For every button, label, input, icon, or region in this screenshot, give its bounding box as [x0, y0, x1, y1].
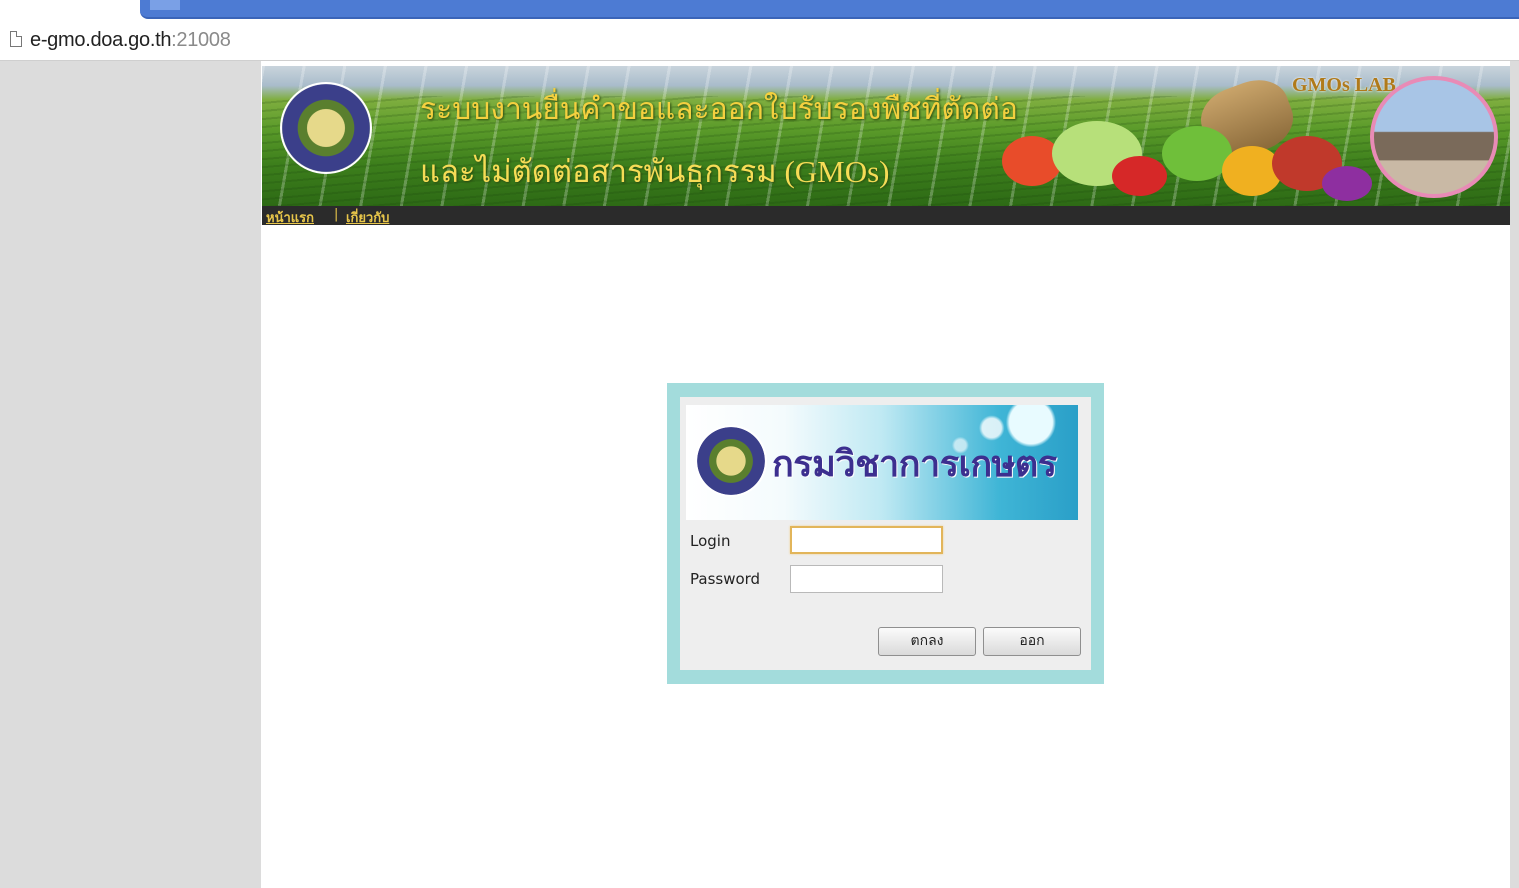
password-label: Password: [690, 570, 761, 588]
page-icon: [10, 31, 22, 47]
doa-seal-icon: [697, 427, 765, 495]
login-label: Login: [690, 532, 731, 550]
password-input[interactable]: [790, 565, 943, 593]
browser-tabstrip: [0, 0, 1519, 22]
nav-home-link[interactable]: หน้าแรก: [266, 207, 314, 228]
gmos-lab-label: GMOs LAB: [1292, 74, 1396, 96]
browser-tab[interactable]: [150, 0, 180, 10]
browser-tab-bar: [140, 0, 1519, 19]
header-title-line1: ระบบงานยื่นคำขอและออกใบรับรองพืชที่ตัดต่…: [420, 93, 1018, 126]
vegetable-image: [1112, 156, 1167, 196]
right-margin: [1510, 61, 1519, 888]
login-banner: กรมวิชาการเกษตร: [686, 405, 1078, 520]
exit-button[interactable]: ออก: [983, 627, 1081, 656]
ok-button[interactable]: ตกลง: [878, 627, 976, 656]
department-name: กรมวิชาการเกษตร: [772, 443, 1057, 485]
address-bar[interactable]: e-gmo.doa.go.th:21008: [0, 22, 1519, 61]
header-title-line2: และไม่ตัดต่อสารพันธุกรรม (GMOs): [420, 154, 890, 189]
doa-seal-icon: [282, 84, 370, 172]
url-port: :21008: [171, 29, 231, 51]
url-host: e-gmo.doa.go.th: [30, 29, 172, 51]
nav-about-link[interactable]: เกี่ยวกับ: [346, 207, 389, 228]
lab-building-photo: [1370, 76, 1498, 198]
left-margin: [4, 61, 261, 888]
url-text[interactable]: e-gmo.doa.go.th:21008: [30, 29, 231, 52]
vegetable-image: [1322, 166, 1372, 201]
nav-bar: หน้าแรก | เกี่ยวกับ: [262, 206, 1510, 228]
nav-separator: |: [334, 207, 339, 222]
login-input[interactable]: [790, 526, 943, 554]
header-banner: ระบบงานยื่นคำขอและออกใบรับรองพืชที่ตัดต่…: [262, 66, 1510, 206]
